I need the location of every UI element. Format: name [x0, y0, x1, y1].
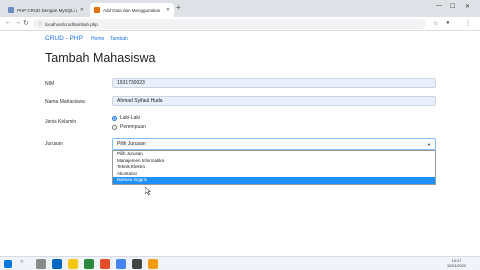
- forward-icon[interactable]: →: [14, 19, 21, 26]
- nama-value: Ahmad Syifaul Huda: [117, 98, 163, 104]
- radio-laki-laki[interactable]: Laki-Laki: [112, 115, 140, 121]
- radio-button-checked[interactable]: [112, 115, 117, 121]
- browser-toolbar: ← → ↻ ⓘ localhost/crud/tambah.php ☆ ● ⋮: [0, 17, 480, 31]
- jk-label: Jenis Kelamin: [45, 119, 77, 125]
- nama-label: Nama Mahasiswa: [45, 99, 85, 105]
- minimize-icon[interactable]: —: [436, 3, 442, 9]
- mouse-cursor-icon: [145, 187, 151, 195]
- browser-tab-2[interactable]: Add Data dan Menggunakan ✕: [90, 3, 174, 17]
- browser-tab-1[interactable]: PHP CRUD Dengan MySQLi dan ✕: [4, 3, 88, 17]
- tab-title: Add Data dan Menggunakan: [103, 7, 161, 13]
- window-close-icon[interactable]: ✕: [465, 3, 470, 10]
- radio-label: Laki-Laki: [120, 115, 141, 121]
- search-icon[interactable]: ○: [20, 259, 30, 269]
- close-icon[interactable]: ✕: [80, 7, 84, 13]
- nav-tambah[interactable]: Tambah: [110, 36, 128, 42]
- star-icon[interactable]: ☆: [433, 20, 438, 27]
- jurusan-select[interactable]: Pilih Jurusan ▼: [112, 138, 436, 150]
- radio-label: Perempuan: [120, 124, 146, 130]
- radio-button[interactable]: [112, 124, 117, 130]
- nim-label: NIM: [45, 81, 55, 87]
- dropdown-option-highlighted[interactable]: Bahasa Inggris: [113, 177, 435, 184]
- jurusan-selected-value: Pilih Jurusan: [117, 141, 146, 147]
- chrome-icon[interactable]: [100, 259, 110, 269]
- app-icon[interactable]: [132, 259, 142, 269]
- page-favicon-icon: [94, 7, 100, 13]
- profile-icon[interactable]: ●: [446, 20, 450, 26]
- windows-start-icon[interactable]: [4, 260, 12, 268]
- new-tab-button[interactable]: +: [176, 3, 181, 12]
- menu-icon[interactable]: ⋮: [465, 20, 471, 27]
- clock-date: 10/01/2020: [446, 264, 466, 268]
- nim-value: 1931730023: [117, 80, 145, 86]
- nav-home[interactable]: Home: [91, 36, 104, 42]
- app-icon[interactable]: [148, 259, 158, 269]
- radio-perempuan[interactable]: Perempuan: [112, 124, 146, 130]
- nim-field[interactable]: 1931730023: [112, 78, 436, 88]
- close-icon[interactable]: ✕: [166, 7, 170, 13]
- reload-icon[interactable]: ↻: [23, 19, 29, 27]
- info-icon: ⓘ: [38, 21, 42, 26]
- store-icon[interactable]: [84, 259, 94, 269]
- maximize-icon[interactable]: ☐: [450, 3, 455, 10]
- address-bar[interactable]: ⓘ localhost/crud/tambah.php: [33, 19, 426, 29]
- jurusan-dropdown-list: Pilih Jurusan Manajemen Informatika Tekn…: [112, 150, 436, 185]
- task-view-icon[interactable]: [36, 259, 46, 269]
- app-navbar: CRUD - PHP Home Tambah: [0, 31, 480, 47]
- app-icon[interactable]: [116, 259, 126, 269]
- php-favicon-icon: [8, 7, 14, 13]
- page-title: Tambah Mahasiswa: [45, 51, 156, 65]
- url-text: localhost/crud/tambah.php: [45, 21, 98, 27]
- taskbar: ○ 10:17 10/01/2020: [0, 256, 480, 270]
- chevron-down-icon: ▼: [427, 142, 431, 147]
- browser-tabstrip: PHP CRUD Dengan MySQLi dan ✕ Add Data da…: [0, 0, 480, 17]
- file-explorer-icon[interactable]: [68, 259, 78, 269]
- brand-link[interactable]: CRUD - PHP: [45, 35, 83, 42]
- jurusan-label: Jurusan: [45, 141, 63, 147]
- edge-icon[interactable]: [52, 259, 62, 269]
- back-icon[interactable]: ←: [5, 19, 12, 26]
- nama-field[interactable]: Ahmad Syifaul Huda: [112, 96, 436, 106]
- tab-title: PHP CRUD Dengan MySQLi dan: [17, 7, 77, 13]
- system-clock[interactable]: 10:17 10/01/2020: [447, 259, 466, 269]
